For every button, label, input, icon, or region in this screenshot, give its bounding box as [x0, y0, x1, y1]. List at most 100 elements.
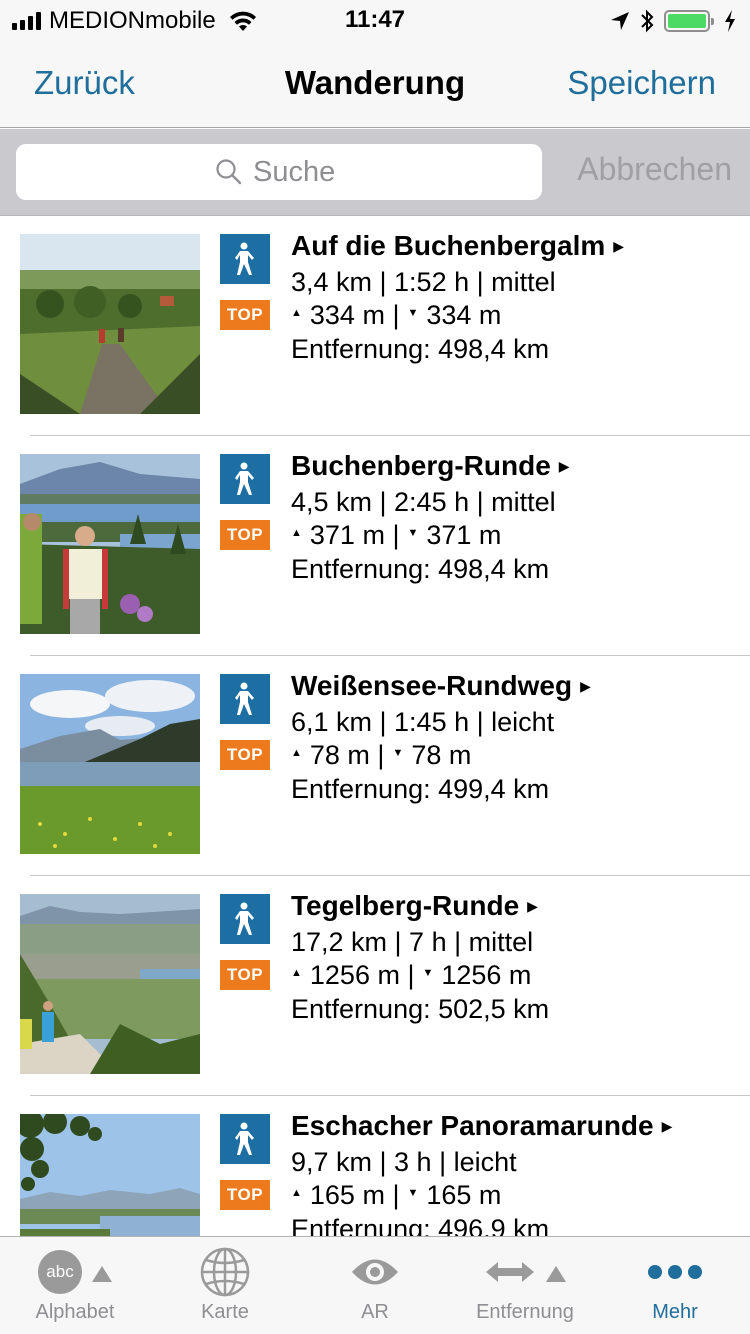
tour-elevation: ▲ 78 m | ▼ 78 m [291, 739, 472, 770]
search-field[interactable] [16, 144, 542, 200]
list-item[interactable]: TOP Tegelberg-Runde ▶ 17,2 km | 7 h | mit… [0, 876, 750, 1096]
tour-elevation: ▲ 165 m | ▼ 165 m [291, 1179, 502, 1210]
bluetooth-icon [641, 9, 654, 33]
globe-icon [200, 1247, 250, 1297]
tour-stats: 6,1 km | 1:45 h | leicht [291, 706, 555, 737]
descent-value: 334 m [426, 299, 502, 330]
top-badge: TOP [220, 1180, 270, 1210]
tour-image [20, 234, 200, 414]
tour-distance: Entfernung: 502,5 km [291, 993, 550, 1024]
tour-info: Buchenberg-Runde ▶ 4,5 km | 2:45 h | mitt… [291, 448, 740, 586]
tour-image [20, 894, 200, 1074]
tour-list[interactable]: TOP Auf die Buchenbergalm ▶ 3,4 km | 1:52… [0, 216, 750, 1236]
tab-mehr[interactable]: Mehr [600, 1237, 750, 1334]
navigation-bar: Zurück Wanderung Speichern [0, 40, 750, 128]
battery-icon [664, 10, 714, 32]
descent-value: 165 m [426, 1179, 502, 1210]
tour-title-row: Eschacher Panoramarunde ▶ [291, 1108, 740, 1146]
hiking-icon [220, 674, 270, 724]
ascent-icon: ▲ [291, 966, 302, 979]
tour-stats: 3,4 km | 1:52 h | mittel [291, 266, 556, 297]
tour-image [20, 1114, 200, 1236]
ascent-icon: ▲ [291, 1186, 302, 1199]
search-icon [216, 159, 242, 185]
ascent-icon: ▲ [291, 306, 302, 319]
disclosure-arrow-icon: ▶ [527, 897, 538, 914]
tour-elevation: ▲ 334 m | ▼ 334 m [291, 299, 502, 330]
tour-title: Buchenberg-Runde [291, 450, 551, 481]
list-item[interactable]: TOP Eschacher Panoramarunde ▶ 9,7 km | 3 … [0, 1096, 750, 1236]
hiking-icon [220, 1114, 270, 1164]
ascent-value: 1256 m [309, 959, 400, 990]
disclosure-arrow-icon: ▶ [661, 1117, 673, 1134]
hiking-icon [220, 894, 270, 944]
ascent-value: 78 m [309, 739, 370, 770]
list-item[interactable]: TOP Auf die Buchenbergalm ▶ 3,4 km | 1:52… [0, 216, 750, 436]
tab-label: AR [361, 1301, 389, 1323]
charging-bolt-icon [725, 10, 735, 32]
cancel-button[interactable]: Abbrechen [577, 151, 732, 188]
tab-ar[interactable]: AR [300, 1237, 450, 1334]
status-right [610, 6, 736, 36]
wifi-icon [229, 11, 256, 31]
tour-title-row: Buchenberg-Runde ▶ [291, 448, 740, 486]
disclosure-arrow-icon: ▶ [580, 677, 591, 694]
top-badge: TOP [220, 520, 270, 550]
descent-value: 1256 m [441, 959, 532, 990]
abc-sort-icon: abc [38, 1241, 112, 1303]
tab-alphabet[interactable]: abc Alphabet [0, 1237, 150, 1334]
tour-elevation: ▲ 1256 m | ▼ 1256 m [291, 959, 532, 990]
descent-icon: ▼ [422, 966, 434, 979]
disclosure-arrow-icon: ▶ [613, 237, 625, 254]
distance-sort-icon [484, 1241, 566, 1303]
tour-title: Eschacher Panoramarunde [291, 1110, 654, 1141]
carrier-name: MEDIONmobile [49, 7, 216, 34]
location-arrow-icon [611, 12, 629, 30]
tour-distance: Entfernung: 498,4 km [291, 333, 550, 364]
ascent-value: 371 m [309, 519, 385, 550]
tab-karte[interactable]: Karte [150, 1237, 300, 1334]
tour-title: Weißensee-Rundweg [291, 670, 573, 701]
tour-title: Tegelberg-Runde [291, 890, 520, 921]
top-badge: TOP [220, 740, 270, 770]
tour-elevation: ▲ 371 m | ▼ 371 m [291, 519, 502, 550]
back-button[interactable]: Zurück [34, 64, 135, 102]
tour-title: Auf die Buchenbergalm [291, 230, 606, 261]
tour-distance: Entfernung: 499,4 km [291, 773, 550, 804]
descent-icon: ▼ [407, 306, 419, 319]
tab-label: Mehr [652, 1301, 698, 1323]
tab-label: Entfernung [476, 1301, 574, 1323]
list-item[interactable]: TOP Weißensee-Rundweg ▶ 6,1 km | 1:45 h |… [0, 656, 750, 876]
tour-info: Auf die Buchenbergalm ▶ 3,4 km | 1:52 h |… [291, 228, 740, 366]
disclosure-arrow-icon: ▶ [558, 457, 570, 474]
tour-distance: Entfernung: 498,4 km [291, 553, 550, 584]
descent-icon: ▼ [407, 1186, 419, 1199]
save-button[interactable]: Speichern [567, 64, 716, 102]
tour-stats: 4,5 km | 2:45 h | mittel [291, 486, 556, 517]
list-item[interactable]: TOP Buchenberg-Runde ▶ 4,5 km | 2:45 h | … [0, 436, 750, 656]
tour-info: Eschacher Panoramarunde ▶ 9,7 km | 3 h | … [291, 1108, 740, 1236]
battery-fill [668, 14, 706, 28]
hiking-icon [220, 454, 270, 504]
descent-icon: ▼ [392, 746, 404, 759]
signal-icon [12, 12, 41, 30]
tab-entfernung[interactable]: Entfernung [450, 1237, 600, 1334]
ascent-icon: ▲ [291, 746, 302, 759]
tour-image [20, 454, 200, 634]
tour-stats: 17,2 km | 7 h | mittel [291, 926, 534, 957]
search-bar: Abbrechen [0, 129, 750, 216]
top-badge: TOP [220, 300, 270, 330]
status-bar: MEDIONmobile 11:47 [0, 0, 750, 40]
tab-label: Alphabet [35, 1301, 115, 1323]
tour-title-row: Weißensee-Rundweg ▶ [291, 668, 740, 706]
descent-value: 371 m [426, 519, 502, 550]
search-input[interactable] [253, 155, 343, 189]
tour-stats: 9,7 km | 3 h | leicht [291, 1146, 517, 1177]
hiking-icon [220, 234, 270, 284]
tour-info: Tegelberg-Runde ▶ 17,2 km | 7 h | mittel … [291, 888, 740, 1026]
tour-distance: Entfernung: 496,9 km [291, 1213, 550, 1236]
tour-info: Weißensee-Rundweg ▶ 6,1 km | 1:45 h | lei… [291, 668, 740, 806]
tab-bar: abc Alphabet Karte AR Entfernung Mehr [0, 1236, 750, 1334]
eye-icon [352, 1259, 398, 1285]
tour-image [20, 674, 200, 854]
